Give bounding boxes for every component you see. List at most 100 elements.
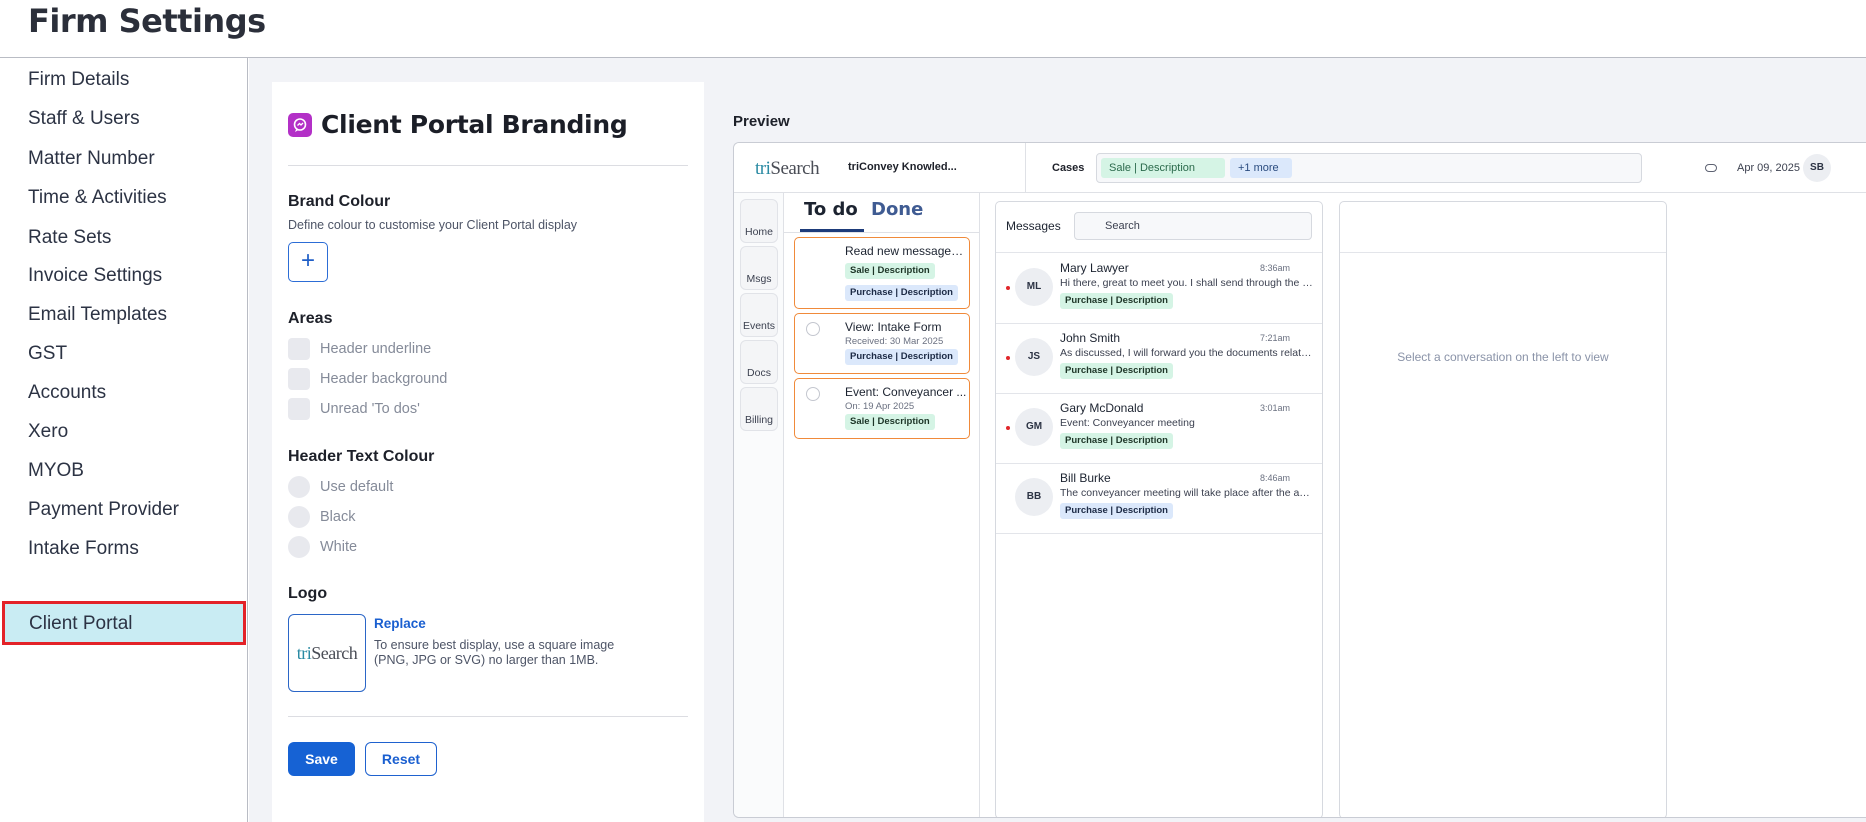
sidebar-item-invoice-settings[interactable]: Invoice Settings <box>0 254 248 298</box>
sidebar-item-staff-users[interactable]: Staff & Users <box>0 97 248 141</box>
message-row[interactable]: GM Gary McDonald 3:01am Event: Conveyanc… <box>996 393 1322 463</box>
text-colour-label: Use default <box>320 479 394 495</box>
messages-title: Messages <box>1006 219 1061 233</box>
area-option-unread-todos[interactable]: Unread 'To dos' <box>288 398 420 420</box>
more-cases-chip[interactable]: +1 more <box>1230 158 1292 178</box>
branding-header: Client Portal Branding <box>288 110 628 139</box>
text-colour-option-black[interactable]: Black <box>288 506 355 528</box>
sidebar-item-gst[interactable]: GST <box>0 332 248 376</box>
preview-header: triSearch triConvey Knowled... Cases Sal… <box>734 143 1866 193</box>
sidebar-item-myob[interactable]: MYOB <box>0 449 248 493</box>
brand-colour-title: Brand Colour <box>288 193 391 210</box>
todo-checkbox[interactable] <box>806 387 820 401</box>
message-row[interactable]: ML Mary Lawyer 8:36am Hi there, great to… <box>996 253 1322 323</box>
add-colour-button[interactable]: + <box>288 242 328 282</box>
trisearch-logo: triSearch <box>755 158 820 179</box>
todo-item[interactable]: Read new messages ... Sale | Description… <box>794 237 970 309</box>
message-row[interactable]: JS John Smith 7:21am As discussed, I wil… <box>996 323 1322 393</box>
page-title: Firm Settings <box>28 2 266 40</box>
message-sender: John Smith <box>1060 331 1121 345</box>
sidebar-item-accounts[interactable]: Accounts <box>0 371 248 415</box>
case-tag: Sale | Description <box>845 263 935 279</box>
checkbox[interactable] <box>288 368 310 390</box>
text-colour-option-default[interactable]: Use default <box>288 476 393 498</box>
logo-title: Logo <box>288 585 328 602</box>
todo-item[interactable]: View: Intake Form Received: 30 Mar 2025 … <box>794 313 970 374</box>
avatar: GM <box>1015 408 1053 446</box>
message-preview: Event: Conveyancer meeting <box>1060 417 1195 429</box>
sidebar-item-time-activities[interactable]: Time & Activities <box>0 176 248 220</box>
sidebar-item-xero[interactable]: Xero <box>0 410 248 454</box>
sidebar-item-intake-forms[interactable]: Intake Forms <box>0 527 248 571</box>
case-chip[interactable]: Sale | Description <box>1101 158 1225 178</box>
save-button[interactable]: Save <box>288 742 355 776</box>
radio-button[interactable] <box>288 536 310 558</box>
area-option-label: Unread 'To dos' <box>320 401 420 417</box>
nav-billing[interactable]: Billing <box>740 387 778 431</box>
avatar: BB <box>1015 478 1053 516</box>
toggle-icon[interactable] <box>1705 164 1717 172</box>
conversation-panel: Select a conversation on the left to vie… <box>1339 201 1667 817</box>
radio-button[interactable] <box>288 506 310 528</box>
message-preview: The conveyancer meeting will take place … <box>1060 487 1314 499</box>
areas-title: Areas <box>288 310 333 327</box>
todo-checkbox[interactable] <box>806 322 820 336</box>
tab-todo[interactable]: To do <box>804 199 858 220</box>
message-time: 8:36am <box>1260 263 1291 273</box>
message-row[interactable]: BB Bill Burke 8:46am The conveyancer mee… <box>996 463 1322 533</box>
divider <box>288 716 688 717</box>
header-date: Apr 09, 2025 <box>1737 162 1800 174</box>
divider <box>1340 252 1666 253</box>
message-sender: Bill Burke <box>1060 471 1111 485</box>
todo-subtitle: On: 19 Apr 2025 <box>845 401 915 412</box>
todo-title: Event: Conveyancer ... <box>845 385 967 399</box>
firm-name: triConvey Knowled... <box>848 161 957 173</box>
message-sender: Gary McDonald <box>1060 401 1144 415</box>
header-text-colour-title: Header Text Colour <box>288 448 435 465</box>
case-tag: Purchase | Description <box>845 285 958 301</box>
text-colour-label: White <box>320 539 358 555</box>
nav-events[interactable]: Events <box>740 293 778 337</box>
nav-docs[interactable]: Docs <box>740 340 778 384</box>
sidebar-item-client-portal[interactable]: Client Portal <box>2 601 246 645</box>
divider <box>288 165 688 166</box>
brand-colour-description: Define colour to customise your Client P… <box>288 218 578 232</box>
settings-sidebar: Firm Details Staff & Users Matter Number… <box>0 58 248 822</box>
avatar: JS <box>1015 338 1053 376</box>
radio-button[interactable] <box>288 476 310 498</box>
text-colour-option-white[interactable]: White <box>288 536 357 558</box>
nav-home[interactable]: Home <box>740 199 778 243</box>
case-tag: Purchase | Description <box>1060 503 1173 519</box>
sidebar-item-matter-number[interactable]: Matter Number <box>0 137 248 181</box>
message-sender: Mary Lawyer <box>1060 261 1129 275</box>
checkbox[interactable] <box>288 338 310 360</box>
message-time: 8:46am <box>1260 473 1291 483</box>
unread-dot <box>1006 286 1010 290</box>
area-option-label: Header background <box>320 371 448 387</box>
message-preview: Hi there, great to meet you. I shall sen… <box>1060 277 1314 289</box>
checkbox[interactable] <box>288 398 310 420</box>
sidebar-item-email-templates[interactable]: Email Templates <box>0 293 248 337</box>
case-tag: Purchase | Description <box>1060 293 1173 309</box>
tab-done[interactable]: Done <box>871 199 923 220</box>
messages-panel: Messages Search ML Mary Lawyer 8:36am Hi… <box>995 201 1323 817</box>
reset-button[interactable]: Reset <box>365 742 437 776</box>
sidebar-item-payment-provider[interactable]: Payment Provider <box>0 488 248 532</box>
area-option-label: Header underline <box>320 341 432 357</box>
branding-title: Client Portal Branding <box>321 110 628 139</box>
area-option-header-background[interactable]: Header background <box>288 368 447 390</box>
sidebar-item-firm-details[interactable]: Firm Details <box>0 58 248 102</box>
case-tag: Purchase | Description <box>845 349 958 365</box>
todo-column: To do Done Read new messages ... Sale | … <box>784 193 980 817</box>
replace-logo-link[interactable]: Replace <box>374 616 426 631</box>
empty-conversation-text: Select a conversation on the left to vie… <box>1397 350 1609 364</box>
chat-bubble-icon <box>288 112 312 137</box>
todo-item[interactable]: Event: Conveyancer ... On: 19 Apr 2025 S… <box>794 378 970 439</box>
user-avatar[interactable]: SB <box>1803 154 1831 182</box>
case-tag: Purchase | Description <box>1060 363 1173 379</box>
divider <box>1025 143 1026 193</box>
messages-search-input[interactable]: Search <box>1074 212 1312 240</box>
nav-msgs[interactable]: Msgs <box>740 246 778 290</box>
area-option-header-underline[interactable]: Header underline <box>288 338 431 360</box>
cases-selector[interactable]: Sale | Description +1 more <box>1096 153 1642 183</box>
